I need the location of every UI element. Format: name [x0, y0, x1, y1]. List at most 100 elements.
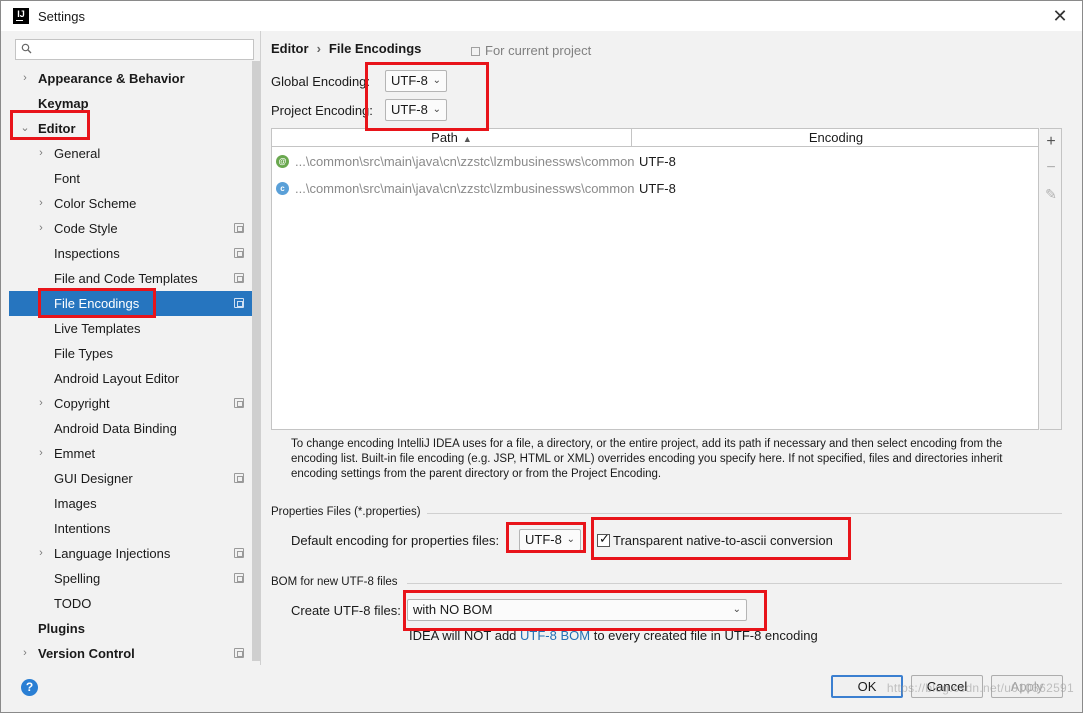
- sidebar-item-label: Live Templates: [54, 321, 141, 336]
- sidebar-item[interactable]: GUI Designer: [9, 466, 260, 491]
- sidebar-item[interactable]: Font: [9, 166, 260, 191]
- section-divider: [427, 513, 1062, 514]
- project-encoding-label: Project Encoding:: [271, 103, 373, 118]
- row-path: ...\common\src\main\java\cn\zzstc\lzmbus…: [295, 154, 635, 169]
- close-button[interactable]: ✕: [1050, 6, 1070, 26]
- class-file-icon: c: [276, 182, 289, 195]
- chevron-right-icon[interactable]: ›: [35, 141, 47, 166]
- sidebar-item-label: Android Data Binding: [54, 421, 177, 436]
- sidebar-item[interactable]: Images: [9, 491, 260, 516]
- project-scope-icon: [234, 648, 244, 658]
- table-toolbar: + − ✎: [1040, 128, 1062, 430]
- scope-note: For current project: [471, 43, 591, 58]
- breadcrumb-editor[interactable]: Editor: [271, 41, 309, 56]
- sidebar-item-label: Language Injections: [54, 546, 171, 561]
- settings-search-input[interactable]: [15, 39, 254, 60]
- chevron-right-icon[interactable]: ›: [19, 66, 31, 91]
- sidebar-item-label: Inspections: [54, 246, 120, 261]
- properties-encoding-dropdown[interactable]: UTF-8 ⌄: [519, 529, 581, 551]
- sidebar-item[interactable]: › Language Injections: [9, 541, 260, 566]
- bom-section-title: BOM for new UTF-8 files: [271, 576, 398, 588]
- project-scope-icon: [234, 398, 244, 408]
- table-row[interactable]: c ...\common\src\main\java\cn\zzstc\lzmb…: [272, 175, 1039, 202]
- sidebar-item[interactable]: › Version Control: [9, 641, 260, 666]
- sidebar-item-label: Intentions: [54, 521, 111, 536]
- chevron-right-icon[interactable]: ›: [35, 541, 47, 566]
- row-encoding[interactable]: UTF-8: [639, 148, 676, 175]
- column-header-encoding[interactable]: Encoding: [633, 129, 1039, 147]
- path-encoding-table[interactable]: Path ▲ Encoding @ ...\common\src\main\jav…: [271, 128, 1039, 430]
- sidebar-item[interactable]: Plugins: [9, 616, 260, 641]
- sidebar-item[interactable]: File Types: [9, 341, 260, 366]
- sidebar-item[interactable]: › General: [9, 141, 260, 166]
- bom-note-prefix: IDEA will NOT add: [409, 628, 521, 643]
- sidebar-item[interactable]: File Encodings: [9, 291, 260, 316]
- row-path: ...\common\src\main\java\cn\zzstc\lzmbus…: [295, 181, 635, 196]
- dialog-footer: ? OK Cancel Apply https://blog.csdn.net/…: [1, 665, 1082, 712]
- breadcrumb: Editor › File Encodings: [271, 41, 421, 56]
- project-encoding-dropdown[interactable]: UTF-8 ⌄: [385, 99, 447, 121]
- column-header-path[interactable]: Path ▲: [272, 129, 632, 147]
- chevron-down-icon: ⌄: [432, 75, 441, 86]
- sidebar-item-label: Font: [54, 171, 81, 186]
- project-scope-icon: [234, 248, 244, 258]
- app-icon-text: IJ: [17, 9, 25, 19]
- sidebar-item[interactable]: Inspections: [9, 241, 260, 266]
- sidebar-item-label: File and Code Templates: [54, 271, 198, 286]
- properties-section-title: Properties Files (*.properties): [271, 506, 421, 518]
- remove-icon[interactable]: −: [1040, 157, 1062, 179]
- sidebar-item[interactable]: Live Templates: [9, 316, 260, 341]
- sidebar-item-label: Keymap: [38, 96, 89, 111]
- settings-tree: › Appearance & Behavior Keymap ⌄ Editor › Gene…: [9, 66, 260, 666]
- sidebar-item[interactable]: Intentions: [9, 516, 260, 541]
- row-encoding[interactable]: UTF-8: [639, 175, 676, 202]
- chevron-right-icon[interactable]: ›: [35, 216, 47, 241]
- sidebar-item-label: General: [54, 146, 101, 161]
- project-scope-icon: [234, 573, 244, 583]
- global-encoding-value: UTF-8: [391, 73, 428, 88]
- sidebar-item[interactable]: File and Code Templates: [9, 266, 260, 291]
- sidebar-item-label: Spelling: [54, 571, 101, 586]
- chevron-down-icon: ⌄: [566, 534, 575, 545]
- global-encoding-label: Global Encoding:: [271, 74, 371, 89]
- settings-sidebar: › Appearance & Behavior Keymap ⌄ Editor › Gene…: [9, 33, 260, 665]
- chevron-right-icon[interactable]: ›: [35, 191, 47, 216]
- native-to-ascii-checkbox[interactable]: ✓: [597, 531, 610, 547]
- sidebar-item-label: Android Layout Editor: [54, 371, 180, 386]
- sidebar-item[interactable]: Spelling: [9, 566, 260, 591]
- chevron-right-icon[interactable]: ›: [19, 641, 31, 666]
- sidebar-item[interactable]: › Appearance & Behavior: [9, 66, 260, 91]
- utf8-bom-link[interactable]: UTF-8 BOM: [520, 628, 590, 643]
- scope-note-text: For current project: [485, 43, 592, 58]
- sidebar-item[interactable]: › Code Style: [9, 216, 260, 241]
- global-encoding-dropdown[interactable]: UTF-8 ⌄: [385, 70, 447, 92]
- help-icon[interactable]: ?: [21, 679, 38, 696]
- sidebar-item-label: File Types: [54, 346, 114, 361]
- project-scope-icon: [471, 47, 480, 56]
- add-icon[interactable]: +: [1040, 131, 1062, 153]
- sidebar-item[interactable]: Android Data Binding: [9, 416, 260, 441]
- chevron-down-icon[interactable]: ⌄: [19, 116, 31, 141]
- chevron-right-icon[interactable]: ›: [35, 441, 47, 466]
- edit-icon[interactable]: ✎: [1040, 183, 1062, 205]
- section-divider: [407, 583, 1062, 584]
- sidebar-item[interactable]: TODO: [9, 591, 260, 616]
- breadcrumb-file-encodings: File Encodings: [328, 41, 422, 56]
- sidebar-item-label: Code Style: [54, 221, 118, 236]
- bom-dropdown[interactable]: with NO BOM ⌄: [407, 599, 747, 621]
- sidebar-item[interactable]: › Emmet: [9, 441, 260, 466]
- properties-encoding-value: UTF-8: [525, 532, 562, 547]
- sidebar-item[interactable]: Android Layout Editor: [9, 366, 260, 391]
- sidebar-item[interactable]: › Color Scheme: [9, 191, 260, 216]
- project-encoding-value: UTF-8: [391, 102, 428, 117]
- sidebar-item-label: Images: [54, 496, 97, 511]
- sidebar-item[interactable]: ⌄ Editor: [9, 116, 260, 141]
- table-row[interactable]: @ ...\common\src\main\java\cn\zzstc\lzmb…: [272, 148, 1039, 175]
- intellij-app-icon: IJ: [13, 8, 29, 24]
- sidebar-item[interactable]: › Copyright: [9, 391, 260, 416]
- search-icon: [21, 43, 32, 54]
- sidebar-item[interactable]: Keymap: [9, 91, 260, 116]
- native-to-ascii-label[interactable]: Transparent native-to-ascii conversion: [613, 533, 833, 548]
- sidebar-scrollbar[interactable]: [252, 61, 260, 661]
- chevron-right-icon[interactable]: ›: [35, 391, 47, 416]
